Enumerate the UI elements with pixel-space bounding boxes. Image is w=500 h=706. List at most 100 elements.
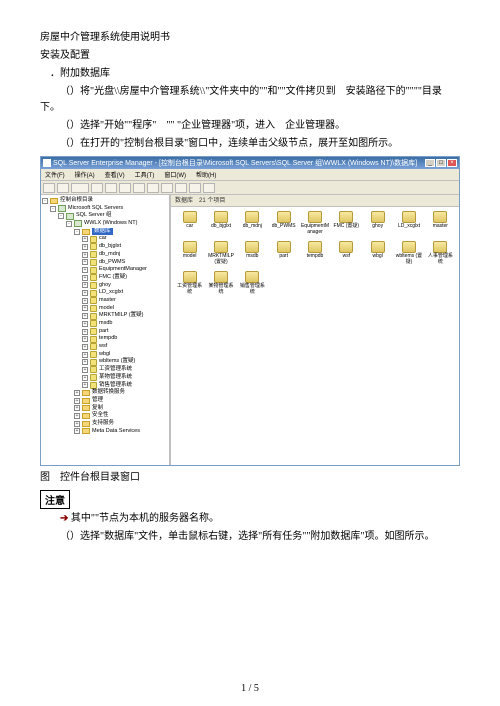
toolbar-button[interactable] (43, 183, 55, 193)
twist-icon[interactable]: + (82, 290, 88, 296)
tree-node[interactable]: +MRKTMILP (置疑) (42, 312, 168, 320)
toolbar-button[interactable] (119, 183, 131, 193)
menu-view[interactable]: 查看(V) (105, 170, 125, 179)
twist-icon[interactable]: + (82, 236, 88, 242)
twist-icon[interactable]: + (82, 313, 88, 319)
twist-icon[interactable]: + (74, 398, 80, 404)
db-item[interactable]: db_bjglxt (206, 211, 235, 239)
twist-icon[interactable]: + (82, 344, 88, 350)
tree-node[interactable]: -SQL Server 组 (42, 212, 168, 220)
twist-icon[interactable]: + (74, 428, 80, 434)
db-item[interactable]: model (175, 241, 204, 269)
twist-icon[interactable]: + (74, 390, 80, 396)
twist-icon[interactable]: + (82, 367, 88, 373)
db-item[interactable]: db_mdnj (238, 211, 267, 239)
db-item[interactable]: 某物管理系统 (206, 271, 235, 299)
db-item[interactable]: db_PWMS (269, 211, 298, 239)
db-item[interactable]: wbltems (置疑) (394, 241, 423, 269)
content-grid[interactable]: cardb_bjglxtdb_mdnjdb_PWMSEquipmentManag… (171, 207, 459, 465)
tree-node[interactable]: +Meta Data Services (42, 428, 168, 436)
twist-icon[interactable]: + (82, 244, 88, 250)
twist-icon[interactable]: + (82, 336, 88, 342)
tree-node[interactable]: +msdb (42, 320, 168, 328)
toolbar-button[interactable] (71, 183, 89, 193)
menu-tools[interactable]: 工具(T) (135, 170, 155, 179)
toolbar-button[interactable] (203, 183, 215, 193)
toolbar-button[interactable] (105, 183, 117, 193)
tree-node[interactable]: -控制台根目录 (42, 197, 168, 205)
twist-icon[interactable]: + (82, 321, 88, 327)
twist-icon[interactable]: - (42, 198, 48, 204)
db-item[interactable]: 销售管理系统 (238, 271, 267, 299)
menu-window[interactable]: 窗口(W) (164, 170, 186, 179)
tree-node[interactable]: +安全性 (42, 412, 168, 420)
toolbar-button[interactable] (175, 183, 187, 193)
tree-node[interactable]: +db_PWMS (42, 259, 168, 267)
twist-icon[interactable]: + (82, 298, 88, 304)
tree-node[interactable]: +支持服务 (42, 420, 168, 428)
tree-node[interactable]: +ghoy (42, 282, 168, 290)
menu-file[interactable]: 文件(F) (45, 170, 65, 179)
twist-icon[interactable]: + (74, 405, 80, 411)
tree-node[interactable]: +管理 (42, 397, 168, 405)
tree-node[interactable]: +car (42, 235, 168, 243)
twist-icon[interactable]: - (50, 206, 56, 212)
maximize-button[interactable]: □ (436, 159, 446, 167)
twist-icon[interactable]: - (74, 229, 80, 235)
db-item[interactable]: wsf (332, 241, 361, 269)
tree-node[interactable]: +db_mdnj (42, 251, 168, 259)
toolbar-button[interactable] (189, 183, 201, 193)
tree-node[interactable]: +db_bjglxt (42, 243, 168, 251)
tree-node[interactable]: +EquipmentManager (42, 266, 168, 274)
tree-node[interactable]: +FMC (置疑) (42, 274, 168, 282)
twist-icon[interactable]: + (82, 352, 88, 358)
window-titlebar[interactable]: SQL Server Enterprise Manager - [控制台根目录\… (41, 157, 459, 169)
twist-icon[interactable]: + (82, 359, 88, 365)
twist-icon[interactable]: + (82, 275, 88, 281)
twist-icon[interactable]: + (82, 282, 88, 288)
toolbar-button[interactable] (91, 183, 103, 193)
twist-icon[interactable]: + (82, 375, 88, 381)
close-button[interactable]: × (447, 159, 457, 167)
twist-icon[interactable]: + (82, 267, 88, 273)
tree-node[interactable]: +master (42, 297, 168, 305)
tree-node[interactable]: +wbltems (置疑) (42, 358, 168, 366)
twist-icon[interactable]: + (82, 329, 88, 335)
tree-node[interactable]: +数据转换服务 (42, 389, 168, 397)
twist-icon[interactable]: + (74, 413, 80, 419)
tree-node[interactable]: -数据库 (42, 228, 168, 236)
db-item[interactable]: EquipmentManager (300, 211, 329, 239)
db-item[interactable]: master (426, 211, 455, 239)
twist-icon[interactable]: + (82, 305, 88, 311)
toolbar-button[interactable] (147, 183, 159, 193)
db-item[interactable]: 人事管理系统 (426, 241, 455, 269)
menu-action[interactable]: 操作(A) (75, 170, 95, 179)
db-item[interactable]: LD_xcglxt (394, 211, 423, 239)
tree-node[interactable]: -WWLX (Windows NT) (42, 220, 168, 228)
db-item[interactable]: car (175, 211, 204, 239)
db-item[interactable]: FMC (置疑) (332, 211, 361, 239)
toolbar-button[interactable] (161, 183, 173, 193)
tree-node[interactable]: +LD_xcglxt (42, 289, 168, 297)
tree-node[interactable]: +part (42, 328, 168, 336)
db-item[interactable]: 工资管理系统 (175, 271, 204, 299)
tree-panel[interactable]: -控制台根目录-Microsoft SQL Servers-SQL Server… (41, 195, 171, 465)
db-item[interactable]: part (269, 241, 298, 269)
db-item[interactable]: ghoy (363, 211, 392, 239)
tree-node[interactable]: +某物管理系统 (42, 374, 168, 382)
tree-node[interactable]: +tempdb (42, 335, 168, 343)
twist-icon[interactable]: - (58, 213, 64, 219)
twist-icon[interactable]: + (74, 421, 80, 427)
tree-node[interactable]: +工资管理系统 (42, 366, 168, 374)
db-item[interactable]: msdb (238, 241, 267, 269)
toolbar-button[interactable] (133, 183, 145, 193)
db-item[interactable]: MRKTMILP (置疑) (206, 241, 235, 269)
twist-icon[interactable]: + (82, 382, 88, 388)
twist-icon[interactable]: - (66, 221, 72, 227)
minimize-button[interactable]: _ (425, 159, 435, 167)
twist-icon[interactable]: + (82, 252, 88, 258)
twist-icon[interactable]: + (82, 259, 88, 265)
menu-help[interactable]: 帮助(H) (196, 170, 216, 179)
tree-node[interactable]: +wsf (42, 343, 168, 351)
db-item[interactable]: wbgl (363, 241, 392, 269)
